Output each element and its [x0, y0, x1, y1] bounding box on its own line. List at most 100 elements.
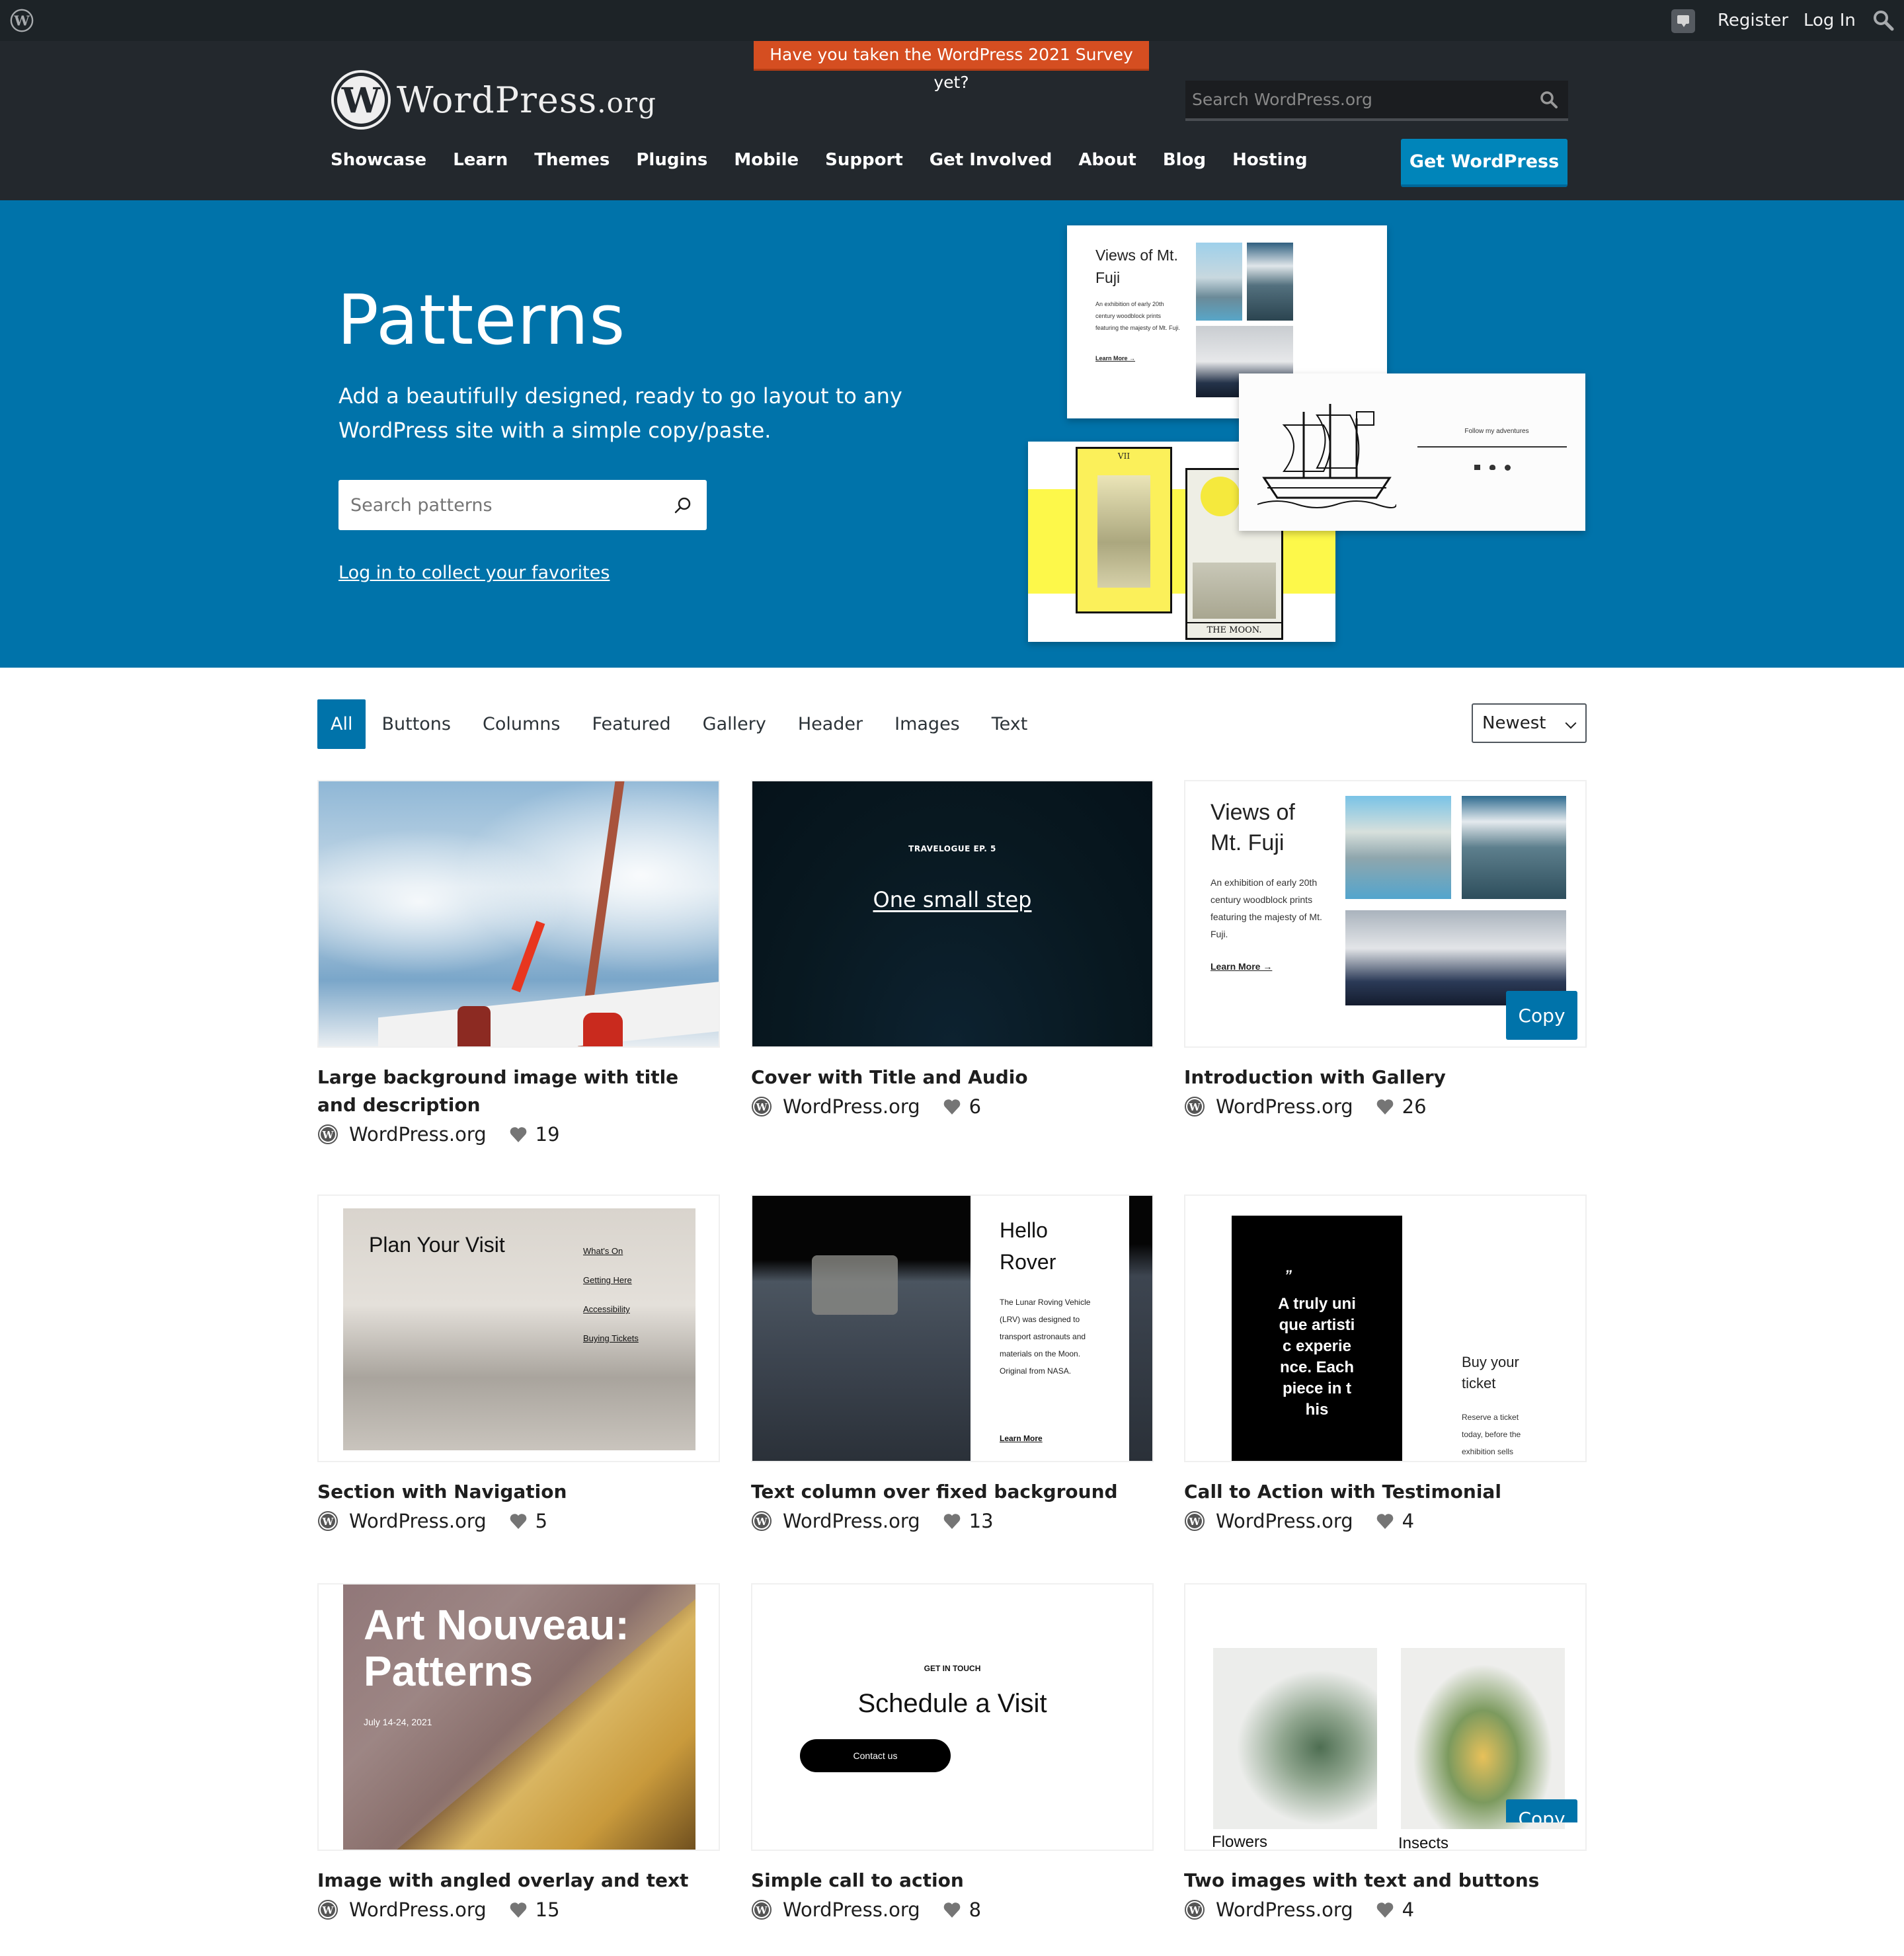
pattern-preview[interactable]	[317, 780, 720, 1048]
pattern-card[interactable]: ” A truly unique artistic experience. Ea…	[1184, 1194, 1587, 1532]
preview-kicker: GET IN TOUCH	[924, 1664, 981, 1673]
pattern-search	[338, 480, 707, 530]
wordpress-avatar-icon: W	[318, 1124, 338, 1144]
register-link[interactable]: Register	[1718, 0, 1788, 41]
nav-themes[interactable]: Themes	[534, 150, 610, 170]
search-icon[interactable]	[1539, 90, 1559, 110]
preview-heading: Views of Mt. Fuji	[1210, 800, 1295, 855]
site-search-input[interactable]	[1185, 81, 1529, 118]
svg-text:W: W	[1189, 1904, 1201, 1916]
filter-columns[interactable]: Columns	[467, 699, 576, 749]
pattern-meta: W WordPress.org 19	[317, 1123, 720, 1146]
pattern-title[interactable]: Section with Navigation	[317, 1478, 720, 1506]
login-link[interactable]: Log In	[1804, 0, 1856, 41]
pattern-title[interactable]: Two images with text and buttons	[1184, 1867, 1587, 1895]
search-icon[interactable]	[674, 496, 692, 514]
pattern-preview[interactable]: Plan Your Visit What's On Getting Here A…	[317, 1194, 720, 1462]
nav-support[interactable]: Support	[825, 150, 903, 170]
collage-ship-preview: Follow my adventures	[1239, 373, 1585, 531]
survey-banner[interactable]: Have you taken the WordPress 2021 Survey…	[754, 41, 1149, 92]
svg-text:W: W	[1189, 1101, 1201, 1113]
preview-heading: Art Nouveau: Patterns	[364, 1601, 629, 1695]
wordpress-logo-icon: W	[331, 70, 391, 130]
nav-about[interactable]: About	[1078, 150, 1136, 170]
login-favorites-link[interactable]: Log in to collect your favorites	[338, 563, 610, 583]
heart-icon[interactable]	[509, 1126, 528, 1143]
nav-learn[interactable]: Learn	[453, 150, 508, 170]
pattern-likes: 4	[1402, 1510, 1415, 1532]
heart-icon[interactable]	[1376, 1098, 1394, 1115]
pattern-title[interactable]: Introduction with Gallery	[1184, 1064, 1587, 1091]
pattern-title[interactable]: Image with angled overlay and text	[317, 1867, 720, 1895]
pattern-title[interactable]: Cover with Title and Audio	[751, 1064, 1154, 1091]
pattern-title[interactable]: Call to Action with Testimonial	[1184, 1478, 1587, 1506]
collage-fuji-image-2	[1247, 243, 1293, 321]
get-wordpress-button[interactable]: Get WordPress	[1401, 139, 1567, 187]
heart-icon[interactable]	[509, 1512, 528, 1530]
page-title: Patterns	[337, 280, 626, 360]
pattern-title[interactable]: Text column over fixed background	[751, 1478, 1154, 1506]
heart-icon[interactable]	[1376, 1901, 1394, 1918]
heart-icon[interactable]	[509, 1901, 528, 1918]
filter-all[interactable]: All	[317, 699, 366, 749]
nav-mobile[interactable]: Mobile	[734, 150, 799, 170]
copy-button[interactable]: Copy	[1506, 1799, 1577, 1822]
filter-images[interactable]: Images	[879, 699, 976, 749]
filter-buttons[interactable]: Buttons	[366, 699, 467, 749]
filter-featured[interactable]: Featured	[576, 699, 686, 749]
heart-icon[interactable]	[943, 1512, 961, 1530]
pattern-preview[interactable]: GET IN TOUCH Schedule a Visit Contact us	[751, 1583, 1154, 1851]
pattern-title[interactable]: Simple call to action	[751, 1867, 1154, 1895]
preview-heading: Hello Rover	[1000, 1218, 1056, 1274]
pattern-card[interactable]: Plan Your Visit What's On Getting Here A…	[317, 1194, 720, 1532]
copy-button[interactable]: Copy	[1506, 991, 1577, 1040]
pattern-card[interactable]: TRAVELOGUE EP. 5 One small step Cover wi…	[751, 780, 1154, 1118]
testimonial-block: ” A truly unique artistic experience. Ea…	[1232, 1216, 1402, 1461]
sort-select[interactable]: Newest	[1472, 703, 1587, 743]
pattern-preview[interactable]: Views of Mt. Fuji An exhibition of early…	[1184, 780, 1587, 1048]
search-icon[interactable]	[1872, 9, 1895, 32]
nav-get-involved[interactable]: Get Involved	[930, 150, 1052, 170]
preview-nav-link: What's On	[583, 1246, 623, 1256]
pattern-likes: 19	[535, 1123, 560, 1146]
pattern-preview[interactable]: ” A truly unique artistic experience. Ea…	[1184, 1194, 1587, 1462]
nav-showcase[interactable]: Showcase	[331, 150, 426, 170]
filter-gallery[interactable]: Gallery	[687, 699, 782, 749]
collage-ship-text: Follow my adventures	[1464, 428, 1529, 435]
pattern-card[interactable]: Views of Mt. Fuji An exhibition of early…	[1184, 780, 1587, 1118]
pattern-meta: W WordPress.org 6	[751, 1095, 1154, 1118]
preview-text: Reserve a ticket today, before the exhib…	[1462, 1413, 1521, 1456]
filter-header[interactable]: Header	[782, 699, 879, 749]
collage-fuji-title: Views of Mt. Fuji	[1095, 247, 1178, 286]
pattern-preview[interactable]: Hello Rover The Lunar Roving Vehicle (LR…	[751, 1194, 1154, 1462]
pattern-search-input[interactable]	[338, 480, 656, 530]
pattern-card[interactable]: Flowers Insects Copy Two images with tex…	[1184, 1583, 1587, 1921]
wordpress-logo-icon[interactable]: W	[9, 8, 34, 33]
pattern-card[interactable]: Large background image with title and de…	[317, 780, 720, 1146]
sailor-1	[457, 1006, 491, 1046]
preview-text: An exhibition of early 20th century wood…	[1210, 877, 1322, 939]
nav-blog[interactable]: Blog	[1163, 150, 1206, 170]
moon-photo	[752, 1196, 971, 1461]
pattern-title[interactable]: Large background image with title and de…	[317, 1064, 720, 1119]
heart-icon[interactable]	[1376, 1512, 1394, 1530]
pattern-preview[interactable]: TRAVELOGUE EP. 5 One small step	[751, 780, 1154, 1048]
heart-icon[interactable]	[943, 1901, 961, 1918]
pattern-meta: W WordPress.org 8	[751, 1898, 1154, 1921]
nav-hosting[interactable]: Hosting	[1232, 150, 1308, 170]
admin-bar: W Register Log In	[0, 0, 1904, 41]
site-logo[interactable]: W WordPress.org	[331, 69, 656, 130]
heart-icon[interactable]	[943, 1098, 961, 1115]
feedback-icon[interactable]	[1671, 9, 1695, 33]
pattern-author: WordPress.org	[349, 1123, 487, 1146]
pattern-card[interactable]: Hello Rover The Lunar Roving Vehicle (LR…	[751, 1194, 1154, 1532]
nav-plugins[interactable]: Plugins	[636, 150, 707, 170]
pattern-card[interactable]: GET IN TOUCH Schedule a Visit Contact us…	[751, 1583, 1154, 1921]
main-nav: Showcase Learn Themes Plugins Mobile Sup…	[331, 150, 1308, 170]
pattern-preview[interactable]: Art Nouveau: Patterns July 14-24, 2021	[317, 1583, 720, 1851]
collage-social-icons	[1474, 465, 1511, 471]
collage-fuji-link: Learn More →	[1095, 355, 1136, 362]
filter-text[interactable]: Text	[976, 699, 1044, 749]
pattern-card[interactable]: Art Nouveau: Patterns July 14-24, 2021 I…	[317, 1583, 720, 1921]
pattern-preview[interactable]: Flowers Insects Copy	[1184, 1583, 1587, 1851]
